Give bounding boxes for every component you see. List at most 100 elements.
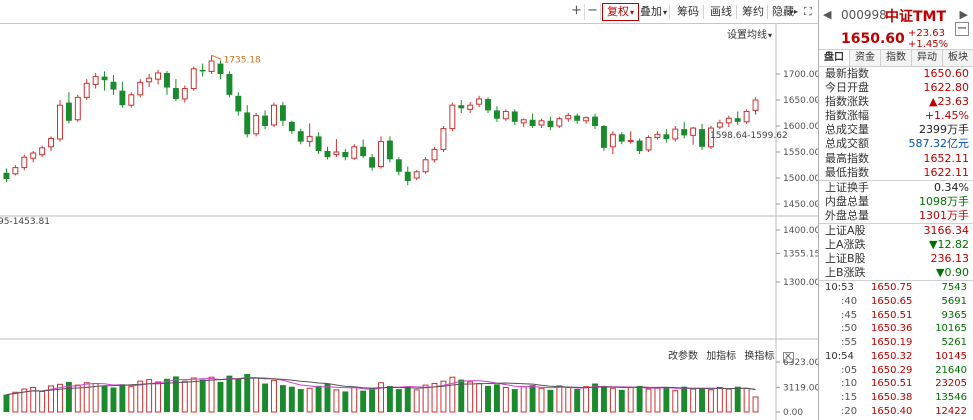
- volume-bar: [279, 385, 286, 412]
- tick-time: 10:54: [825, 350, 854, 362]
- volume-tick-label: 3119.00: [783, 383, 818, 393]
- tick-volume: 13546: [935, 391, 967, 403]
- change-params-button[interactable]: 改参数: [668, 351, 698, 362]
- volume-bar: [743, 387, 750, 413]
- volume-bar: [707, 389, 714, 413]
- volume-bar: [297, 389, 304, 412]
- close-icon[interactable]: ✕: [782, 352, 794, 363]
- candle-body: [529, 119, 536, 126]
- overlay-button[interactable]: 叠加▾: [636, 3, 671, 21]
- candle-body: [752, 99, 759, 111]
- draw-line-button[interactable]: 画线: [706, 3, 736, 21]
- stat-row: 内盘总量 1098万手: [819, 195, 973, 209]
- stat-label: 最高指数: [825, 151, 869, 165]
- stat-row: 外盘总量 1301万手: [819, 209, 973, 223]
- tick-price: 1650.51: [871, 378, 913, 390]
- candle-body: [618, 134, 625, 142]
- panel-tabs: 盘口 资金 指数 异动 板块: [819, 50, 973, 67]
- candle-body: [39, 147, 46, 156]
- tick-time: :05: [841, 364, 858, 376]
- volume-bar: [360, 390, 367, 412]
- stat-label: 上A涨跌: [825, 238, 866, 252]
- collapse-button[interactable]: −: [955, 22, 969, 36]
- tick-volume: 23205: [935, 378, 967, 390]
- prev-stock-icon[interactable]: ◀: [823, 8, 831, 21]
- current-price: 1650.60: [841, 31, 905, 47]
- volume-bar: [422, 384, 429, 413]
- stat-value: 2399万手: [919, 123, 969, 137]
- candle-body: [155, 72, 162, 80]
- volume-bar: [351, 386, 358, 413]
- stat-row: 最新指数 1650.60: [819, 67, 973, 81]
- candle-body: [547, 120, 554, 128]
- chips-button[interactable]: 筹码: [673, 3, 703, 21]
- volume-bar: [725, 388, 732, 413]
- tab-index[interactable]: 指数: [881, 50, 912, 66]
- tick-price: 1650.38: [871, 391, 913, 403]
- candle-body: [172, 88, 179, 99]
- stat-label: 上证A股: [825, 224, 866, 238]
- volume-bar: [485, 385, 491, 412]
- candle-body: [520, 119, 527, 124]
- candle-body: [627, 140, 634, 143]
- zoom-out-button[interactable]: −: [585, 4, 601, 20]
- volume-bar: [306, 387, 313, 413]
- volume-bar: [752, 396, 759, 413]
- volume-bar: [520, 386, 527, 413]
- candle-body: [119, 90, 126, 106]
- volume-bar: [12, 391, 19, 413]
- volume-tick-label: 0.00: [783, 408, 803, 418]
- chip-contract-button[interactable]: 筹约: [738, 3, 768, 21]
- volume-bar: [547, 389, 554, 412]
- stat-row: 上证换手 0.34%: [819, 181, 973, 195]
- stat-row: 指数涨幅 +1.45%: [819, 109, 973, 123]
- volume-bar: [101, 385, 108, 412]
- stat-label: 今日开盘: [825, 81, 869, 95]
- adjust-rights-button[interactable]: 复权▾: [602, 3, 640, 21]
- zoom-in-button[interactable]: +: [569, 4, 585, 20]
- candle-body: [137, 81, 144, 96]
- tick-volume: 5261: [941, 337, 967, 349]
- volume-bar: [574, 389, 581, 412]
- kline-chart[interactable]: 1700.00 1650.00 1600.00 1550.00 1500.00 1450.…: [0, 24, 818, 420]
- quote-panel: ◀ 000998 中证TMT ▶ 1650.60 +23.63 +1.45% −…: [818, 0, 973, 420]
- volume-bar: [493, 384, 500, 412]
- stat-row: 上证B股 236.13: [819, 252, 973, 266]
- volume-bar: [315, 385, 322, 412]
- volume-bar: [404, 386, 411, 412]
- chevron-down-icon: ▾: [630, 8, 635, 17]
- tab-order-book[interactable]: 盘口: [819, 50, 850, 66]
- volume-bar: [609, 387, 616, 413]
- volume-bar: [92, 383, 99, 413]
- candle-body: [235, 95, 242, 112]
- switch-indicator-button[interactable]: 换指标: [744, 351, 774, 362]
- tick-volume: 10165: [935, 323, 967, 335]
- tab-sector[interactable]: 板块: [943, 50, 973, 66]
- tick-time: :45: [841, 309, 858, 321]
- add-indicator-button[interactable]: 加指标: [706, 351, 736, 362]
- volume-bar: [342, 391, 349, 412]
- tick-row: :15 1650.38 13546: [819, 391, 973, 405]
- fullscreen-icon[interactable]: ⛶: [800, 3, 816, 21]
- tick-volume: 9365: [941, 309, 967, 321]
- stats-group-market: 上证A股 3166.34 上A涨跌 ▼12.82 上证B股 236.13 上B涨跌 ▼0.90: [819, 224, 973, 280]
- candle-body: [226, 74, 233, 95]
- stat-row: 上B涨跌 ▼0.90: [819, 266, 973, 280]
- stat-label: 上证换手: [825, 180, 869, 194]
- tick-row: :40 1650.65 5691: [819, 295, 973, 309]
- candle-body: [128, 94, 135, 106]
- volume-bar: [681, 386, 688, 412]
- tab-movement[interactable]: 异动: [912, 50, 943, 66]
- ma-settings-button[interactable]: 设置均线▾: [727, 26, 772, 41]
- stat-label: 最低指数: [825, 165, 869, 179]
- stat-value: 0.34%: [934, 180, 969, 194]
- tick-row: 10:54 1650.32 10145: [819, 350, 973, 364]
- next-stock-icon[interactable]: ▶: [960, 8, 968, 21]
- candle-body: [493, 110, 500, 119]
- tick-time: :50: [841, 323, 858, 335]
- stock-code: 000998: [841, 8, 887, 22]
- volume-bar: [734, 386, 741, 412]
- volume-bar: [199, 379, 206, 412]
- volume-bar: [181, 380, 188, 413]
- tab-funds[interactable]: 资金: [850, 50, 881, 66]
